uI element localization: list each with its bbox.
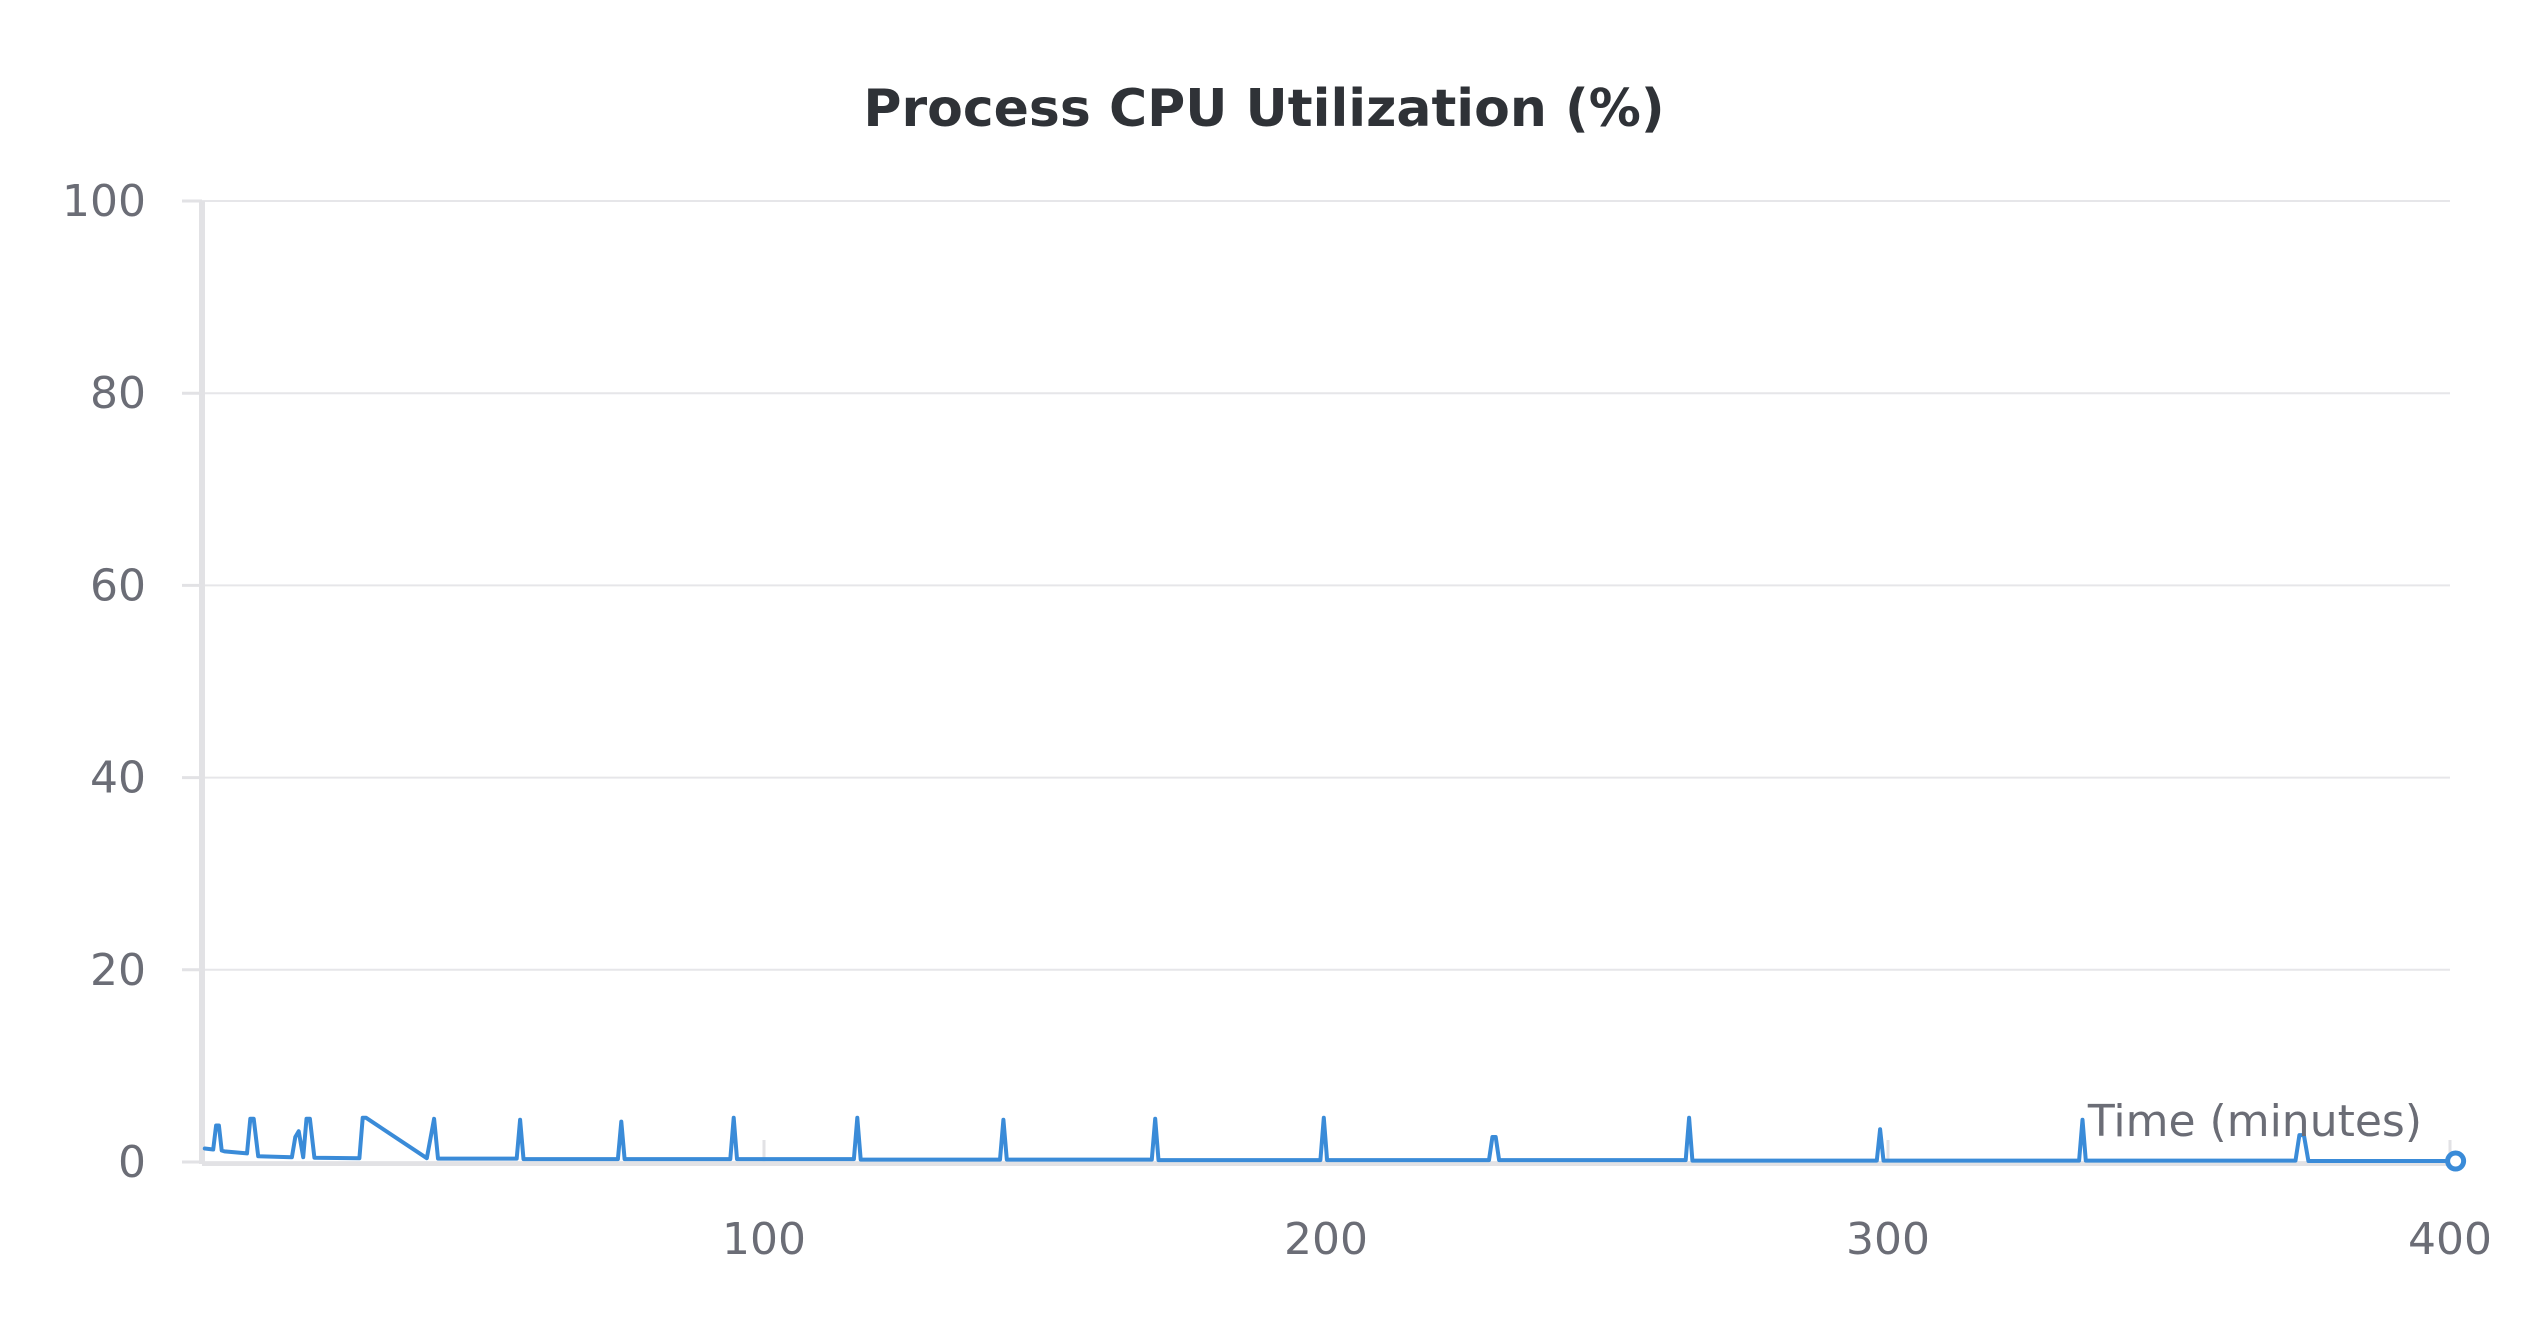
data-point: [312, 1156, 316, 1160]
y-tick-label: 100: [62, 176, 146, 227]
data-point: [521, 1157, 525, 1161]
data-point: [290, 1155, 294, 1159]
data-point: [1494, 1135, 1498, 1139]
data-point: [357, 1156, 361, 1160]
data-point: [1005, 1158, 1009, 1162]
y-tick-label: 40: [90, 753, 146, 804]
grid-lines: [202, 200, 2450, 1163]
data-point: [220, 1148, 224, 1152]
data-point: [2077, 1159, 2081, 1163]
y-tick-label: 60: [90, 560, 146, 611]
data-point: [732, 1116, 736, 1120]
data-point: [1325, 1158, 1329, 1162]
data-point: [2306, 1159, 2310, 1163]
data-point: [364, 1116, 368, 1120]
x-tick-label: 300: [1846, 1214, 1930, 1265]
data-point: [301, 1155, 305, 1159]
data-point: [1153, 1117, 1157, 1121]
data-point: [518, 1118, 522, 1122]
data-point: [515, 1157, 519, 1161]
data-point: [308, 1117, 312, 1121]
x-tick-label: 100: [722, 1214, 806, 1265]
x-tick-label: 200: [1284, 1214, 1368, 1265]
data-point: [248, 1117, 252, 1121]
chart-title: Process CPU Utilization (%): [863, 79, 1664, 139]
data-point: [1490, 1135, 1494, 1139]
x-axis-label: Time (minutes): [2087, 1096, 2422, 1147]
data-point: [619, 1120, 623, 1124]
data-point: [436, 1157, 440, 1161]
data-point: [852, 1157, 856, 1161]
data-point: [2080, 1118, 2084, 1122]
y-tick-label: 80: [90, 368, 146, 419]
data-point: [1150, 1158, 1154, 1162]
data-point: [245, 1151, 249, 1155]
data-point: [728, 1157, 732, 1161]
data-point: [616, 1157, 620, 1161]
data-point: [1487, 1158, 1491, 1162]
data-point: [293, 1135, 297, 1139]
data-point: [222, 1149, 226, 1153]
data-point: [1882, 1159, 1886, 1163]
data-point: [252, 1117, 256, 1121]
data-point: [1318, 1158, 1322, 1162]
data-point: [2293, 1159, 2297, 1163]
data-point: [1157, 1158, 1161, 1162]
data-point: [859, 1158, 863, 1162]
x-tick-label: 400: [2408, 1214, 2492, 1265]
data-point: [1687, 1116, 1691, 1120]
y-tick-label: 0: [118, 1137, 146, 1188]
data-point: [361, 1116, 365, 1120]
data-point: [735, 1157, 739, 1161]
cpu-utilization-chart: Process CPU Utilization (%) 0 20 40 60 80 100…: [62, 79, 2492, 1265]
data-point: [1001, 1118, 1005, 1122]
data-point: [1690, 1159, 1694, 1163]
data-point: [623, 1157, 627, 1161]
data-point: [203, 1147, 207, 1151]
data-point: [1684, 1158, 1688, 1162]
data-point: [425, 1156, 429, 1160]
data-point: [1497, 1158, 1501, 1162]
y-tick-label: 20: [90, 945, 146, 996]
data-point: [256, 1154, 260, 1158]
data-point: [2084, 1159, 2088, 1163]
data-point: [214, 1123, 218, 1127]
data-point: [1875, 1159, 1879, 1163]
data-point: [297, 1129, 301, 1133]
data-point: [305, 1117, 309, 1121]
data-point: [1878, 1127, 1882, 1131]
data-point: [998, 1158, 1002, 1162]
axes: [182, 199, 2452, 1166]
data-point: [211, 1148, 215, 1152]
data-point: [1322, 1116, 1326, 1120]
data-point: [432, 1117, 436, 1121]
series-end-marker: [2445, 1150, 2467, 1172]
data-point: [855, 1116, 859, 1120]
data-point: [217, 1123, 221, 1127]
